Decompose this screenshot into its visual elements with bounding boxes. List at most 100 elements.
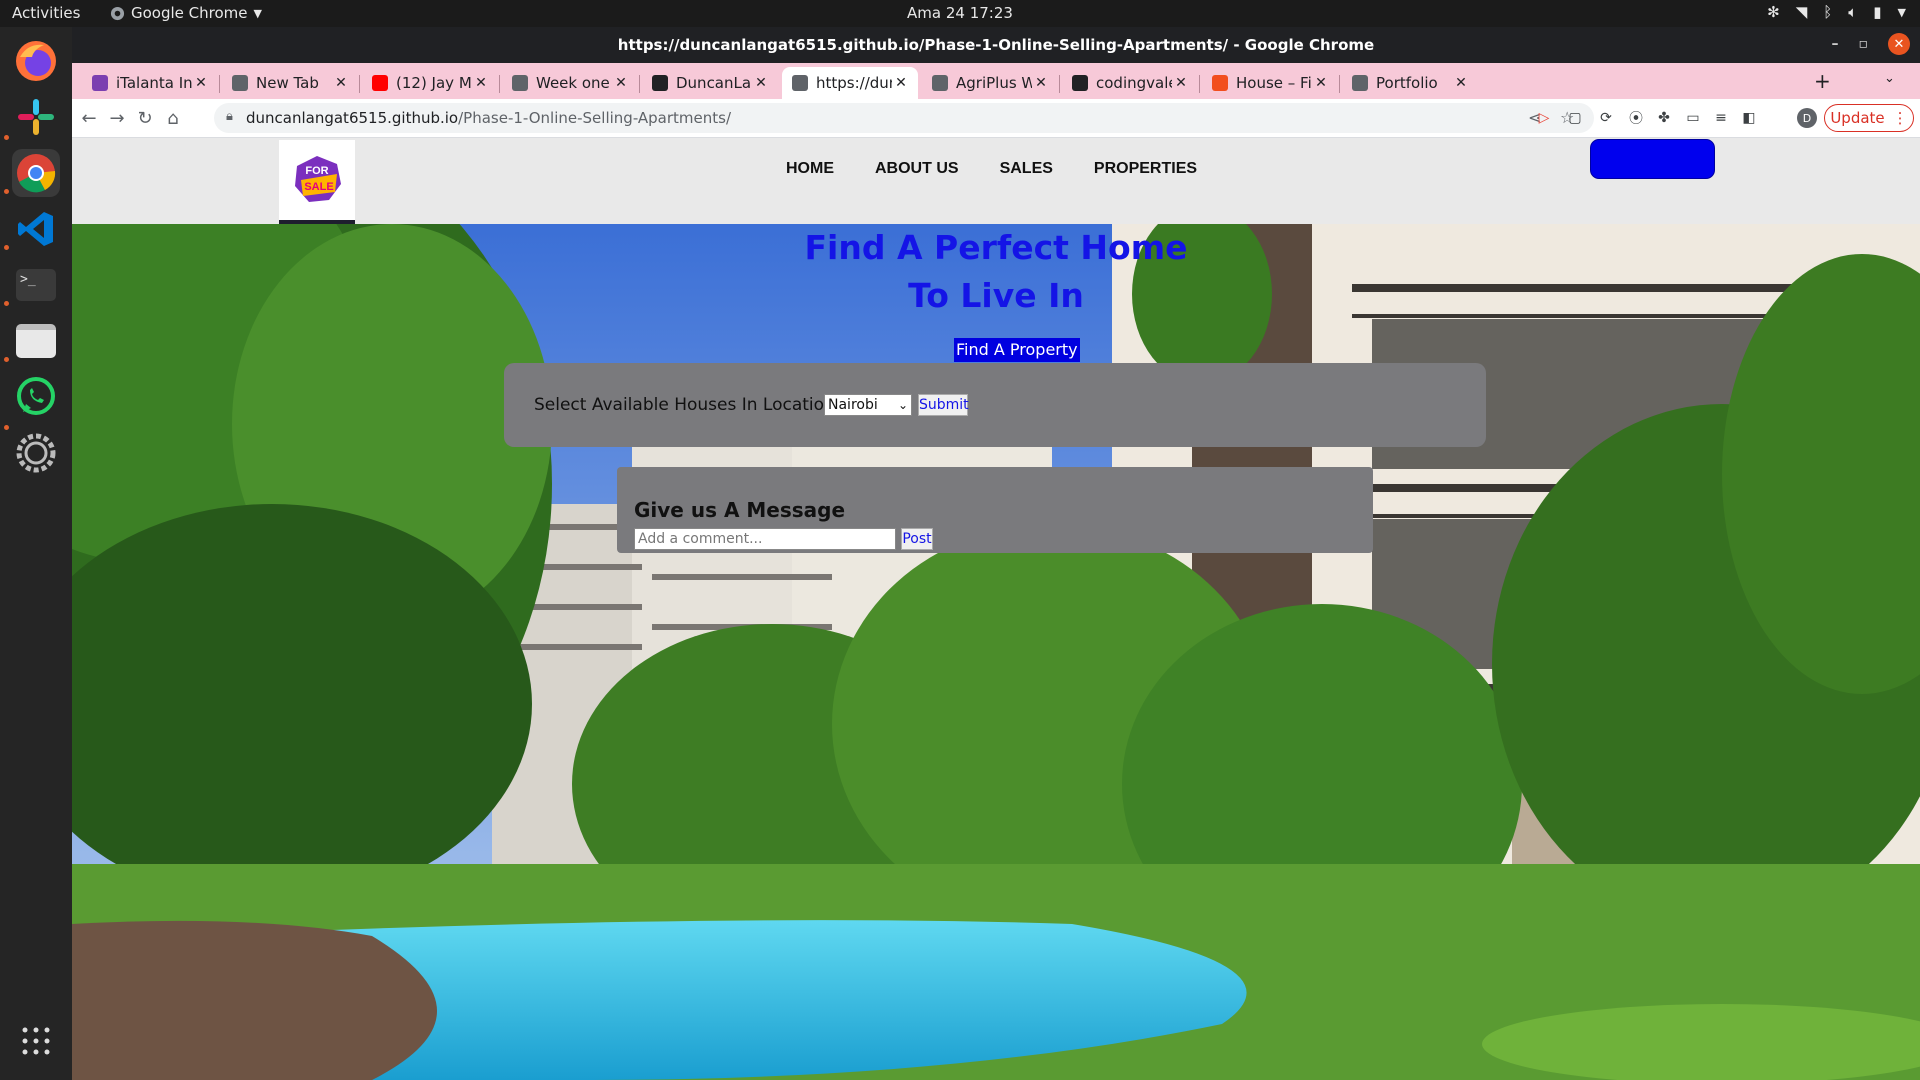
browser-tab[interactable]: AgriPlus Websa✕ bbox=[922, 67, 1058, 99]
new-tab-button[interactable]: + bbox=[1814, 69, 1831, 93]
slack-tray-icon[interactable]: ✻ bbox=[1767, 3, 1780, 21]
tab-label: codingvaleria/h bbox=[1096, 74, 1172, 92]
power-menu-icon[interactable]: ▼ bbox=[1898, 6, 1906, 19]
close-tab-icon[interactable]: ✕ bbox=[612, 75, 630, 91]
close-tab-icon[interactable]: ✕ bbox=[1172, 75, 1190, 91]
running-indicator bbox=[4, 135, 9, 140]
close-tab-icon[interactable]: ✕ bbox=[892, 75, 910, 91]
battery-icon[interactable]: ▮ bbox=[1873, 3, 1881, 21]
hero-title-line-1: Find A Perfect Home bbox=[804, 228, 1188, 267]
nav-sales[interactable]: SALES bbox=[1000, 160, 1053, 178]
activities-button[interactable]: Activities bbox=[12, 4, 80, 22]
find-property-button[interactable]: Find A Property bbox=[954, 338, 1080, 362]
post-button[interactable]: Post bbox=[901, 528, 933, 550]
logo-text-sale: SALE bbox=[304, 181, 333, 193]
tab-search-chevron-icon[interactable]: ⌄ bbox=[1884, 71, 1895, 86]
site-header: FOR SALE HOME ABOUT US SALES PROPERTIES bbox=[72, 138, 1920, 224]
extension-video-icon[interactable]: ▷ bbox=[1535, 109, 1553, 127]
close-tab-icon[interactable]: ✕ bbox=[1312, 75, 1330, 91]
chrome-icon[interactable] bbox=[12, 149, 60, 197]
system-tray[interactable]: ✻ ◥ ᛒ 🔈︎ ▮ ▼ bbox=[1767, 3, 1906, 21]
url-path: /Phase-1-Online-Selling-Apartments/ bbox=[458, 109, 732, 127]
tab-label: AgriPlus Websa bbox=[956, 74, 1032, 92]
address-bar[interactable]: 🔒︎ duncanlangat6515.github.io/Phase-1-On… bbox=[214, 103, 1594, 133]
side-panel-icon[interactable]: ◧ bbox=[1740, 109, 1758, 127]
terminal-icon[interactable]: >_ bbox=[12, 261, 60, 309]
close-tab-icon[interactable]: ✕ bbox=[1032, 75, 1050, 91]
back-button[interactable]: ← bbox=[76, 105, 102, 131]
browser-tab[interactable]: Portfolio ✕ bbox=[1342, 67, 1478, 99]
close-tab-icon[interactable]: ✕ bbox=[332, 75, 350, 91]
media-queue-icon[interactable]: ≡ bbox=[1712, 109, 1730, 127]
globe-icon bbox=[1352, 75, 1368, 91]
globe-icon bbox=[932, 75, 948, 91]
close-tab-icon[interactable]: ✕ bbox=[752, 75, 770, 91]
home-button[interactable]: ⌂ bbox=[160, 105, 186, 131]
browser-tab[interactable]: https://duncanl✕ bbox=[782, 67, 918, 99]
site-logo[interactable]: FOR SALE bbox=[279, 140, 355, 224]
running-indicator bbox=[4, 357, 9, 362]
update-label: Update bbox=[1830, 109, 1885, 127]
lock-icon[interactable]: 🔒︎ bbox=[226, 109, 233, 124]
extension-blank-icon[interactable]: ▢ bbox=[1566, 109, 1584, 127]
nav-about-us[interactable]: ABOUT US bbox=[875, 160, 959, 178]
logo-text-for: FOR bbox=[305, 165, 328, 177]
browser-tab[interactable]: House – Figma✕ bbox=[1202, 67, 1338, 99]
settings-icon[interactable] bbox=[12, 429, 60, 477]
browser-tab[interactable]: Week one Proje✕ bbox=[502, 67, 638, 99]
submit-button[interactable]: Submit bbox=[918, 394, 969, 416]
message-title: Give us A Message bbox=[634, 498, 846, 522]
clock[interactable]: Ama 24 17:23 bbox=[0, 4, 1920, 22]
browser-window: https://duncanlangat6515.github.io/Phase… bbox=[72, 27, 1920, 1080]
web-page: FOR SALE HOME ABOUT US SALES PROPERTIES bbox=[72, 138, 1920, 1080]
bluetooth-icon[interactable]: ᛒ bbox=[1823, 3, 1832, 21]
nav-home[interactable]: HOME bbox=[786, 160, 834, 178]
hero-section: Find A Perfect Home To Live In Find A Pr… bbox=[72, 224, 1920, 1080]
address-url: duncanlangat6515.github.io/Phase-1-Onlin… bbox=[246, 109, 731, 127]
window-titlebar[interactable]: https://duncanlangat6515.github.io/Phase… bbox=[72, 27, 1920, 63]
wifi-icon[interactable]: ◥ bbox=[1796, 3, 1808, 21]
maximize-button[interactable]: ▫ bbox=[1859, 36, 1869, 52]
browser-tab[interactable]: (12) Jay Melo✕ bbox=[362, 67, 498, 99]
firefox-icon[interactable] bbox=[12, 37, 60, 85]
vscode-icon[interactable] bbox=[12, 205, 60, 253]
cast-icon[interactable]: ▭ bbox=[1684, 109, 1702, 127]
close-tab-icon[interactable]: ✕ bbox=[472, 75, 490, 91]
github-icon bbox=[1072, 75, 1088, 91]
nav-properties[interactable]: PROPERTIES bbox=[1094, 160, 1197, 178]
app-menu[interactable]: Google Chrome ▼ bbox=[110, 4, 262, 22]
slack-icon[interactable] bbox=[12, 93, 60, 141]
extension-sync-icon[interactable]: ⟳ bbox=[1597, 109, 1615, 127]
close-tab-icon[interactable]: ✕ bbox=[192, 75, 210, 91]
header-action-button[interactable] bbox=[1590, 139, 1715, 179]
browser-tab[interactable]: codingvaleria/h✕ bbox=[1062, 67, 1198, 99]
message-panel: Give us A Message Add a comment... Post bbox=[617, 467, 1373, 553]
files-icon[interactable] bbox=[12, 317, 60, 365]
profile-avatar[interactable]: D bbox=[1797, 108, 1817, 128]
browser-tab[interactable]: iTalanta Interes✕ bbox=[82, 67, 218, 99]
running-indicator bbox=[4, 425, 9, 430]
close-tab-icon[interactable]: ✕ bbox=[1452, 75, 1470, 91]
reload-button[interactable]: ↻ bbox=[132, 105, 158, 131]
github-icon bbox=[652, 75, 668, 91]
forward-button[interactable]: → bbox=[104, 105, 130, 131]
location-select[interactable]: Nairobi ⌄ bbox=[824, 394, 912, 416]
comment-input[interactable]: Add a comment... bbox=[634, 528, 896, 550]
browser-tab[interactable]: DuncanLangat6✕ bbox=[642, 67, 778, 99]
tab-label: https://duncanl bbox=[816, 74, 892, 92]
app-grid-icon[interactable] bbox=[12, 1017, 60, 1065]
location-search-panel: Select Available Houses In Location: Nai… bbox=[504, 363, 1486, 447]
url-host: duncanlangat6515.github.io bbox=[246, 109, 459, 127]
whatsapp-icon[interactable] bbox=[12, 373, 60, 421]
update-button[interactable]: Update ⋮ bbox=[1824, 104, 1914, 132]
tab-label: Portfolio bbox=[1376, 74, 1438, 92]
volume-icon[interactable]: 🔈︎ bbox=[1848, 3, 1857, 21]
running-indicator bbox=[4, 301, 9, 306]
close-window-button[interactable]: ✕ bbox=[1888, 33, 1910, 55]
browser-toolbar: ← → ↻ ⌂ 🔒︎ duncanlangat6515.github.io/Ph… bbox=[72, 99, 1920, 138]
minimize-button[interactable]: – bbox=[1832, 36, 1839, 52]
location-selected-value: Nairobi bbox=[828, 397, 878, 413]
browser-tab[interactable]: New Tab ✕ bbox=[222, 67, 358, 99]
extension-broadcast-icon[interactable]: ⦿ bbox=[1627, 109, 1645, 127]
extensions-puzzle-icon[interactable]: ✤ bbox=[1655, 109, 1673, 127]
